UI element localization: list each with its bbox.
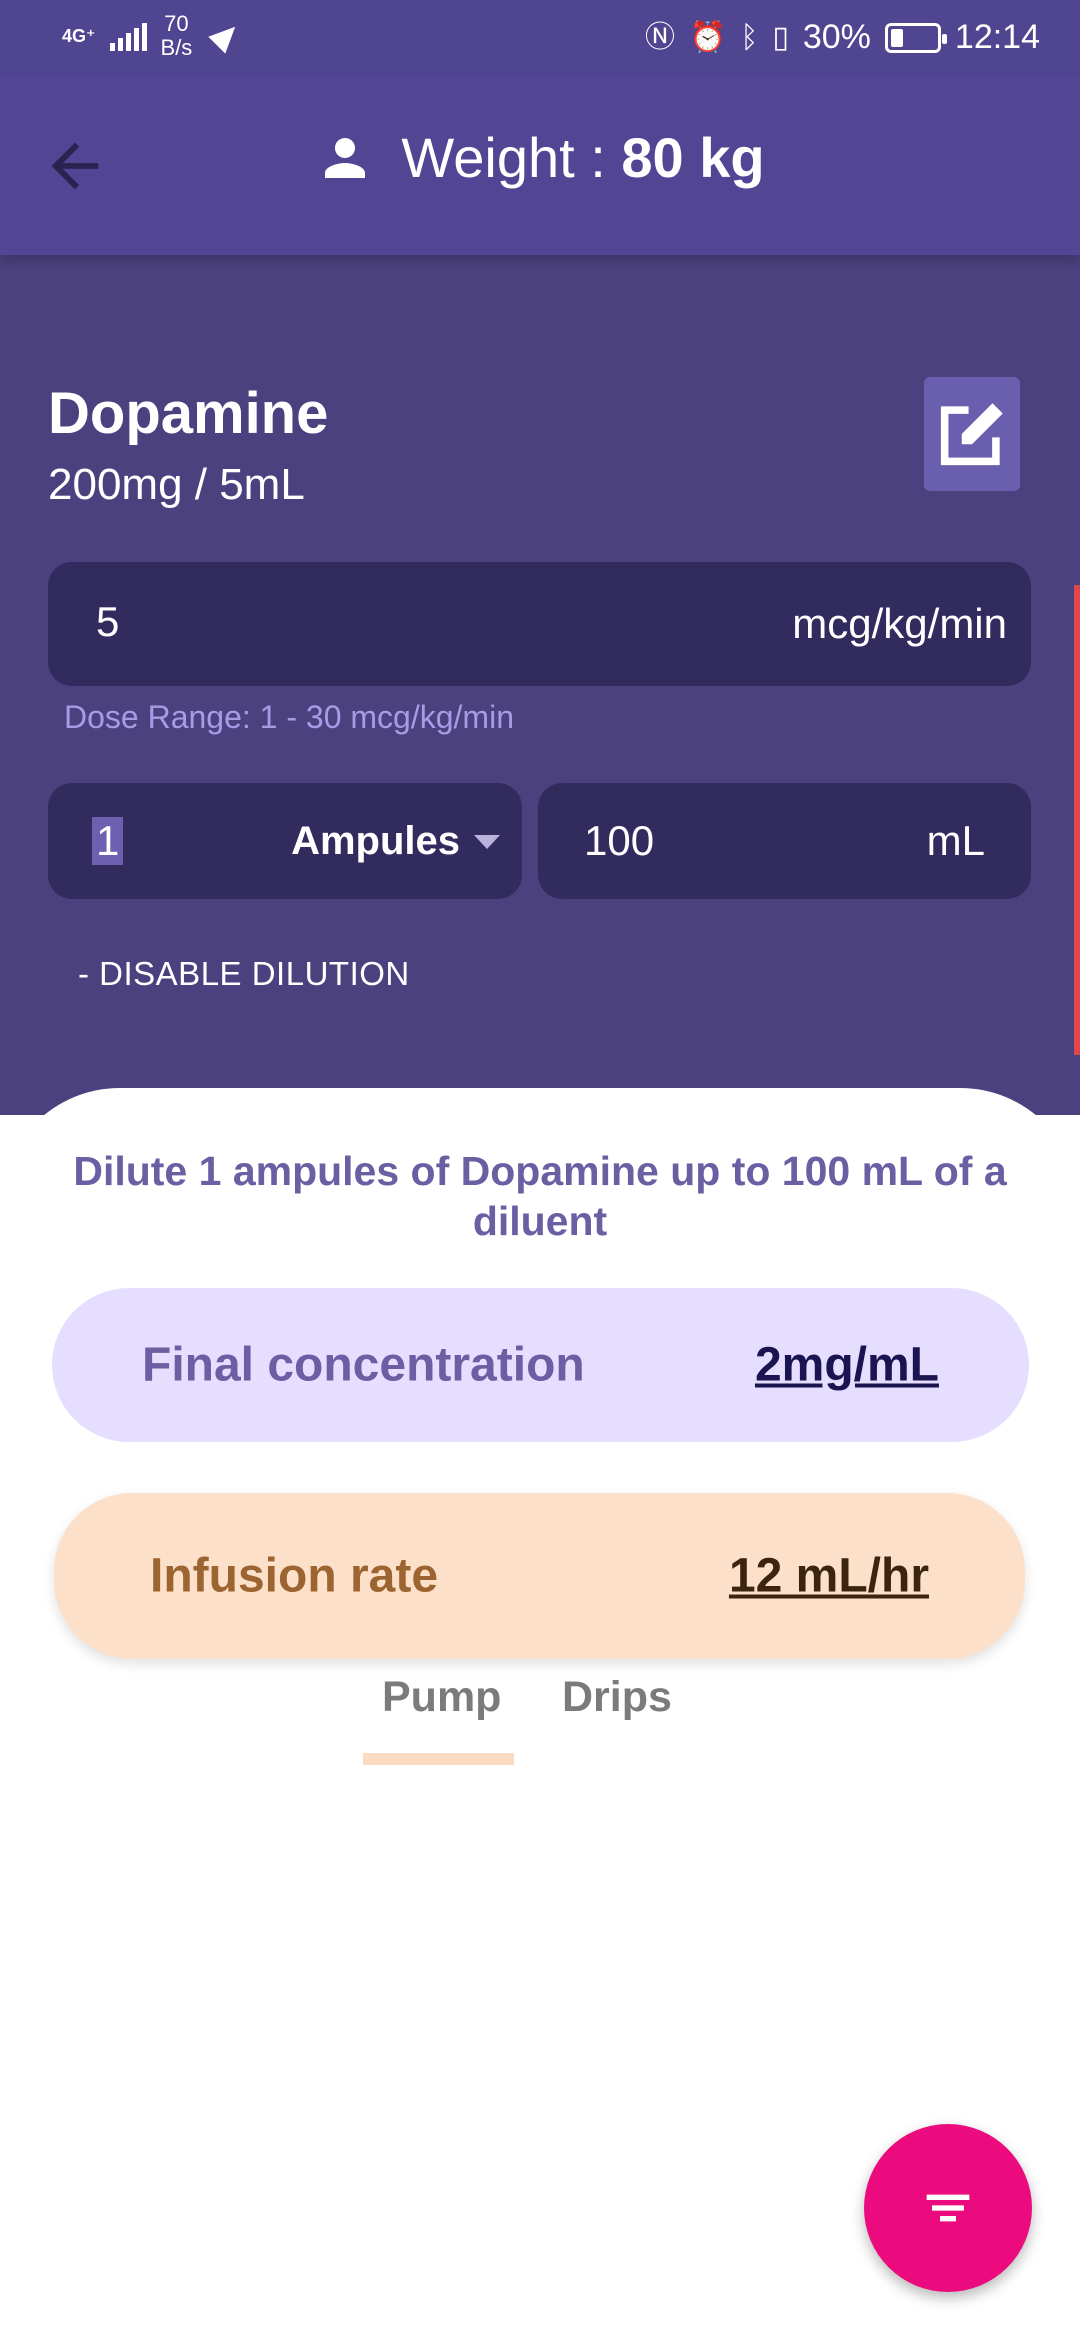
scrollbar[interactable] [1074, 585, 1080, 1055]
status-right: Ⓝ ⏰ ᛒ ▯ 30% 12:14 [645, 18, 1040, 57]
drug-name: Dopamine [48, 381, 329, 446]
status-left: 4G⁺ 70 B/s [62, 12, 244, 60]
dilution-instruction: Dilute 1 ampules of Dopamine up to 100 m… [73, 1148, 1007, 1244]
person-icon [325, 137, 366, 178]
ampules-value[interactable]: 1 [92, 817, 124, 865]
final-concentration-value[interactable]: 2mg/mL [755, 1338, 939, 1393]
tab-drips[interactable]: Drips [562, 1673, 672, 1722]
battery-icon [884, 22, 947, 53]
clock: 12:14 [954, 18, 1040, 56]
volume-value: 100 [584, 817, 655, 864]
disable-dilution-button[interactable]: - DISABLE DILUTION [78, 955, 410, 993]
edit-icon [940, 403, 1003, 466]
alarm-icon: ⏰ [688, 20, 727, 54]
filter-list-icon [926, 2194, 970, 2222]
infusion-rate-card: Infusion rate 12 mL/hr [54, 1493, 1025, 1659]
weight-value: 80 kg [621, 126, 765, 189]
network-type: 4G⁺ [62, 26, 96, 46]
bluetooth-icon: ᛒ [740, 20, 759, 54]
ampules-input[interactable]: 1 Ampules [48, 783, 522, 899]
battery-percent: 30% [802, 18, 871, 56]
vibrate-icon: ▯ [772, 20, 789, 54]
drug-concentration: 200mg / 5mL [48, 460, 305, 509]
dose-input[interactable]: 5 mcg/kg/min [48, 562, 1031, 686]
weight-text: Weight : 80 kg [401, 125, 764, 190]
weight-header[interactable]: Weight : 80 kg [0, 125, 1080, 190]
infusion-rate-label: Infusion rate [150, 1549, 439, 1603]
signal-icon [109, 21, 147, 51]
weight-label: Weight : [401, 126, 622, 189]
dose-range-hint: Dose Range: 1 - 30 mcg/kg/min [64, 699, 514, 735]
volume-unit: mL [926, 817, 985, 864]
results-sheet: Dilute 1 ampules of Dopamine up to 100 m… [0, 1088, 1080, 2008]
dose-value: 5 [96, 598, 120, 645]
network-speed-value: 70 [164, 11, 189, 36]
rate-tabs: Pump Drips [0, 1673, 1080, 1765]
dose-unit: mcg/kg/min [792, 600, 1007, 647]
volume-input[interactable]: 100 mL [538, 783, 1031, 899]
location-icon [208, 18, 244, 54]
status-bar: 4G⁺ 70 B/s Ⓝ ⏰ ᛒ ▯ 30% 12:14 [0, 0, 1080, 75]
final-concentration-card: Final concentration 2mg/mL [52, 1288, 1029, 1442]
app-bar: Weight : 80 kg [0, 75, 1080, 255]
tab-indicator [363, 1753, 514, 1765]
dropdown-caret-icon [474, 834, 500, 849]
filter-fab-button[interactable] [864, 2124, 1032, 2292]
nfc-icon: Ⓝ [644, 20, 675, 54]
edit-button[interactable] [924, 377, 1020, 491]
final-concentration-label: Final concentration [142, 1338, 585, 1392]
network-speed: 70 B/s [161, 12, 193, 60]
network-speed-unit: B/s [160, 35, 193, 60]
unit-dropdown-label: Ampules [291, 819, 460, 863]
infusion-rate-value[interactable]: 12 mL/hr [729, 1549, 929, 1604]
drug-form: Dopamine 200mg / 5mL 5 mcg/kg/min Dose R… [0, 255, 1080, 1115]
unit-dropdown[interactable]: Ampules [291, 819, 500, 864]
tab-pump[interactable]: Pump [382, 1673, 501, 1722]
